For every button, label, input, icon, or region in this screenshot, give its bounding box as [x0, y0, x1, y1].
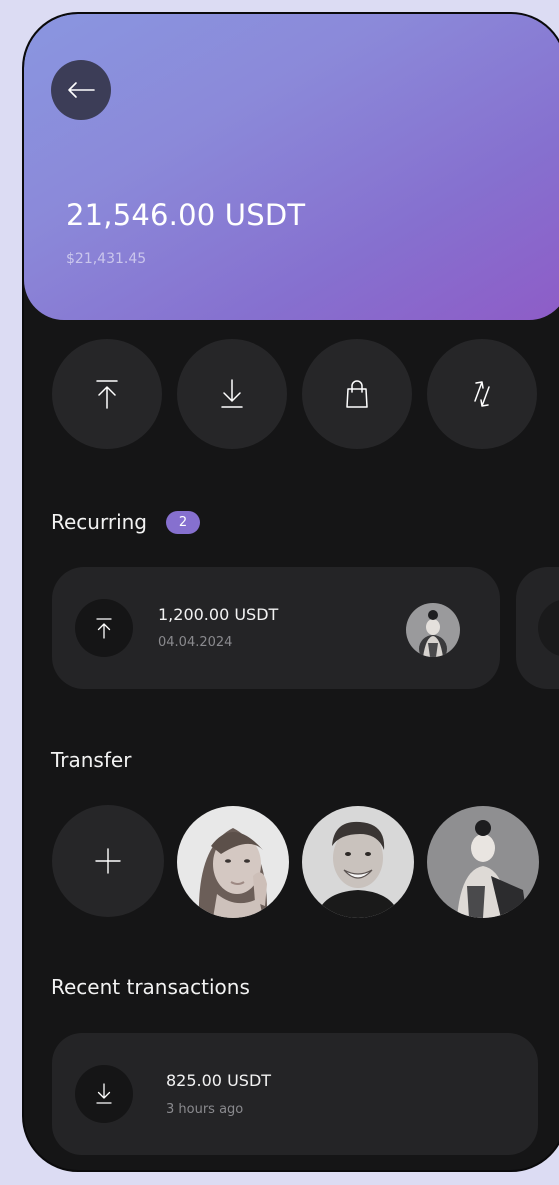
balance-header: 21,546.00 USDT $21,431.45 [24, 14, 559, 320]
recurring-item-partial[interactable] [516, 567, 559, 689]
contact-avatar-1[interactable] [177, 806, 289, 918]
receive-button[interactable] [177, 339, 287, 449]
recurring-item-icon-wrap [75, 599, 133, 657]
add-contact-button[interactable] [52, 805, 164, 917]
plus-icon [95, 848, 121, 874]
swap-arrows-icon [474, 381, 490, 407]
recurring-item-partial-icon [538, 599, 559, 657]
phone-screen: 21,546.00 USDT $21,431.45 Recurring 2 1,… [22, 12, 559, 1172]
recurring-item[interactable]: 1,200.00 USDT 04.04.2024 [52, 567, 500, 689]
transaction-item[interactable]: 825.00 USDT 3 hours ago [52, 1033, 538, 1155]
recurring-item-avatar [406, 603, 460, 657]
balance-fiat: $21,431.45 [66, 251, 147, 267]
transfer-title: Transfer [51, 748, 132, 772]
arrow-up-to-line-icon [96, 380, 118, 409]
arrow-left-icon [68, 82, 95, 98]
arrow-down-to-line-icon [96, 1083, 112, 1104]
transaction-amount: 825.00 USDT [166, 1071, 272, 1090]
transaction-time: 3 hours ago [166, 1102, 244, 1117]
buy-button[interactable] [302, 339, 412, 449]
balance-amount: 21,546.00 USDT [66, 198, 306, 232]
recurring-item-amount: 1,200.00 USDT [158, 605, 279, 624]
contact-avatar-3[interactable] [427, 806, 539, 918]
contact-avatar-2[interactable] [302, 806, 414, 918]
back-button[interactable] [51, 60, 111, 120]
arrow-down-to-line-icon [221, 379, 243, 408]
recurring-item-date: 04.04.2024 [158, 635, 233, 650]
arrow-up-to-line-icon [96, 618, 112, 639]
send-button[interactable] [52, 339, 162, 449]
recent-transactions-title: Recent transactions [51, 975, 250, 999]
recurring-title: Recurring [51, 510, 147, 534]
transaction-icon-wrap [75, 1065, 133, 1123]
recurring-count-badge: 2 [166, 511, 200, 534]
shopping-bag-icon [346, 380, 368, 408]
swap-button[interactable] [427, 339, 537, 449]
